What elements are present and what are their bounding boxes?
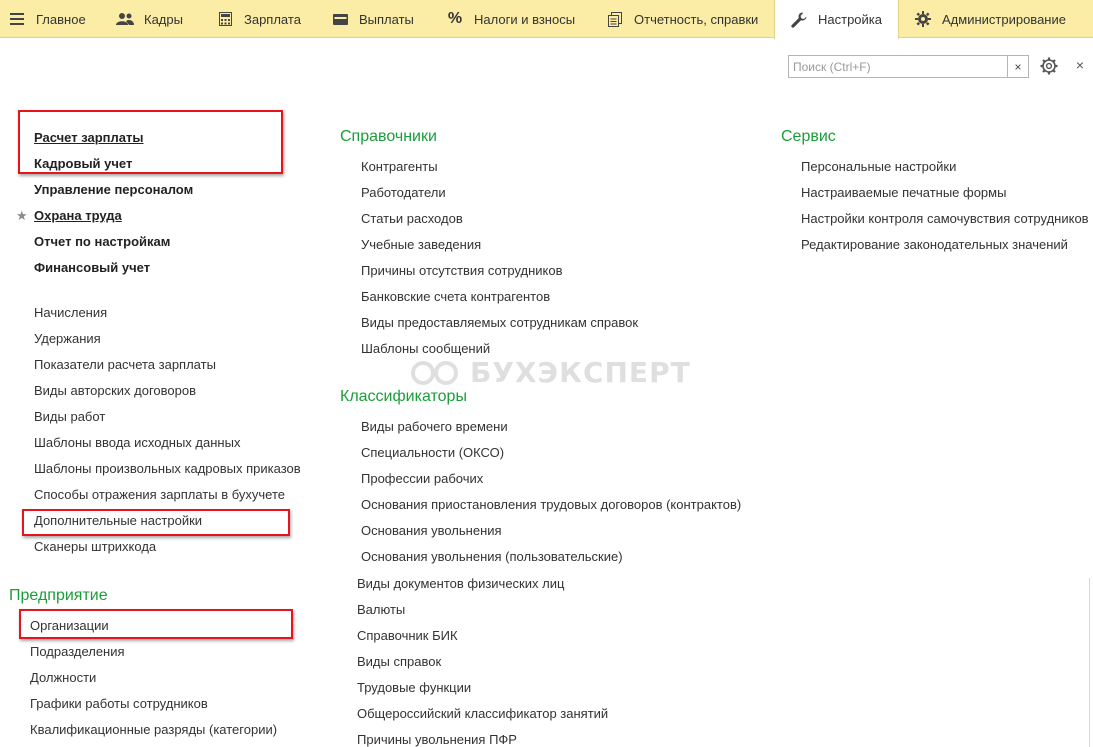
link-staff-management[interactable]: Управление персоналом [34,182,193,198]
link-settings-report[interactable]: Отчет по настройкам [34,234,170,250]
link-additional-settings[interactable]: Дополнительные настройки [34,513,202,529]
section-references-title: Справочники [340,128,437,145]
link-absence-reasons[interactable]: Причины отсутствия сотрудников [361,263,563,279]
link-work-schedules[interactable]: Графики работы сотрудников [30,696,208,712]
tab-salary[interactable]: Зарплата [216,0,301,38]
watermark-text: БУХЭКСПЕРТ [470,356,691,389]
tab-label: Кадры [144,11,183,27]
link-expense-items[interactable]: Статьи расходов [361,211,463,227]
tab-staff[interactable]: Кадры [116,0,183,38]
link-certificate-types[interactable]: Виды предоставляемых сотрудникам справок [361,315,638,331]
link-currencies[interactable]: Валюты [357,602,405,618]
star-icon[interactable]: ★ [16,208,28,224]
section-classifiers-title: Классификаторы [340,388,467,405]
link-payroll-indicators[interactable]: Показатели расчета зарплаты [34,357,216,373]
link-message-templates[interactable]: Шаблоны сообщений [361,341,490,357]
tab-settings[interactable]: Настройка [774,0,899,39]
tab-label: Отчетность, справки [634,11,759,27]
section-enterprise-title: Предприятие [9,587,108,604]
people-icon [116,10,134,28]
link-suspension-grounds[interactable]: Основания приостановления трудовых догов… [361,497,741,513]
link-payroll-reflection[interactable]: Способы отражения зарплаты в бухучете [34,487,285,503]
tab-label: Выплаты [359,11,414,27]
tab-administration[interactable]: Администрирование [914,0,1066,38]
link-pfr-dismissal-reasons[interactable]: Причины увольнения ПФР [357,732,517,747]
wrench-icon [790,11,808,29]
section-service-title: Сервис [781,128,836,145]
link-reference-types[interactable]: Виды справок [357,654,441,670]
link-accruals[interactable]: Начисления [34,305,107,321]
tab-label: Настройка [818,12,882,27]
link-positions[interactable]: Должности [30,670,96,686]
link-departments[interactable]: Подразделения [30,644,125,660]
link-occupation-classifier[interactable]: Общероссийский классификатор занятий [357,706,608,722]
link-labor-safety[interactable]: Охрана труда [34,208,122,224]
calculator-icon [216,10,234,28]
link-dismissal-grounds-custom[interactable]: Основания увольнения (пользовательские) [361,549,623,565]
watermark: БУХЭКСПЕРТ [410,356,691,389]
tab-reports[interactable]: Отчетность, справки [606,0,758,38]
top-menu-bar: Главное Кадры Зарплата Выплаты % Налоги … [0,0,1093,39]
link-wellbeing-control[interactable]: Настройки контроля самочувствия сотрудни… [801,211,1089,227]
close-icon[interactable]: × [1073,57,1087,73]
link-working-time-types[interactable]: Виды рабочего времени [361,419,508,435]
link-input-templates[interactable]: Шаблоны ввода исходных данных [34,435,240,451]
percent-icon: % [447,10,463,27]
link-educational-institutions[interactable]: Учебные заведения [361,237,481,253]
tab-label: Налоги и взносы [474,11,576,27]
watermark-logo-icon [411,360,458,385]
link-worker-professions[interactable]: Профессии рабочих [361,471,483,487]
link-bank-accounts[interactable]: Банковские счета контрагентов [361,289,550,305]
link-legislative-values[interactable]: Редактирование законодательных значений [801,237,1068,253]
link-personal-settings[interactable]: Персональные настройки [801,159,956,175]
tab-main[interactable]: Главное [8,0,86,38]
link-payroll-settings[interactable]: Расчет зарплаты [34,130,143,146]
search-input[interactable] [788,55,1008,78]
tab-label: Главное [36,11,86,27]
wallet-icon [331,10,349,28]
tab-payments[interactable]: Выплаты [331,0,414,38]
link-work-types[interactable]: Виды работ [34,409,105,425]
link-author-contract-types[interactable]: Виды авторских договоров [34,383,196,399]
link-employers[interactable]: Работодатели [361,185,446,201]
search-clear-button[interactable]: × [1007,55,1029,78]
link-deductions[interactable]: Удержания [34,331,101,347]
link-hr-accounting[interactable]: Кадровый учет [34,156,132,172]
tab-label: Администрирование [942,11,1066,27]
menu-icon [8,10,26,28]
link-financial-accounting[interactable]: Финансовый учет [34,260,150,276]
link-labor-functions[interactable]: Трудовые функции [357,680,471,696]
tab-label: Зарплата [244,11,301,27]
link-barcode-scanners[interactable]: Сканеры штрихкода [34,539,156,555]
link-qualification-grades[interactable]: Квалификационные разряды (категории) [30,722,277,738]
link-counterparties[interactable]: Контрагенты [361,159,438,175]
settings-gear-icon[interactable] [1039,56,1059,76]
tab-taxes[interactable]: % Налоги и взносы [446,0,575,38]
link-bik-directory[interactable]: Справочник БИК [357,628,458,644]
link-id-document-types[interactable]: Виды документов физических лиц [357,576,564,592]
link-print-forms[interactable]: Настраиваемые печатные формы [801,185,1006,201]
documents-icon [606,10,624,28]
panel-divider [1089,578,1090,747]
gear-icon [914,10,932,28]
link-order-templates[interactable]: Шаблоны произвольных кадровых приказов [34,461,301,477]
link-dismissal-grounds[interactable]: Основания увольнения [361,523,502,539]
link-organizations[interactable]: Организации [30,618,109,634]
link-specialties-okso[interactable]: Специальности (ОКСО) [361,445,504,461]
